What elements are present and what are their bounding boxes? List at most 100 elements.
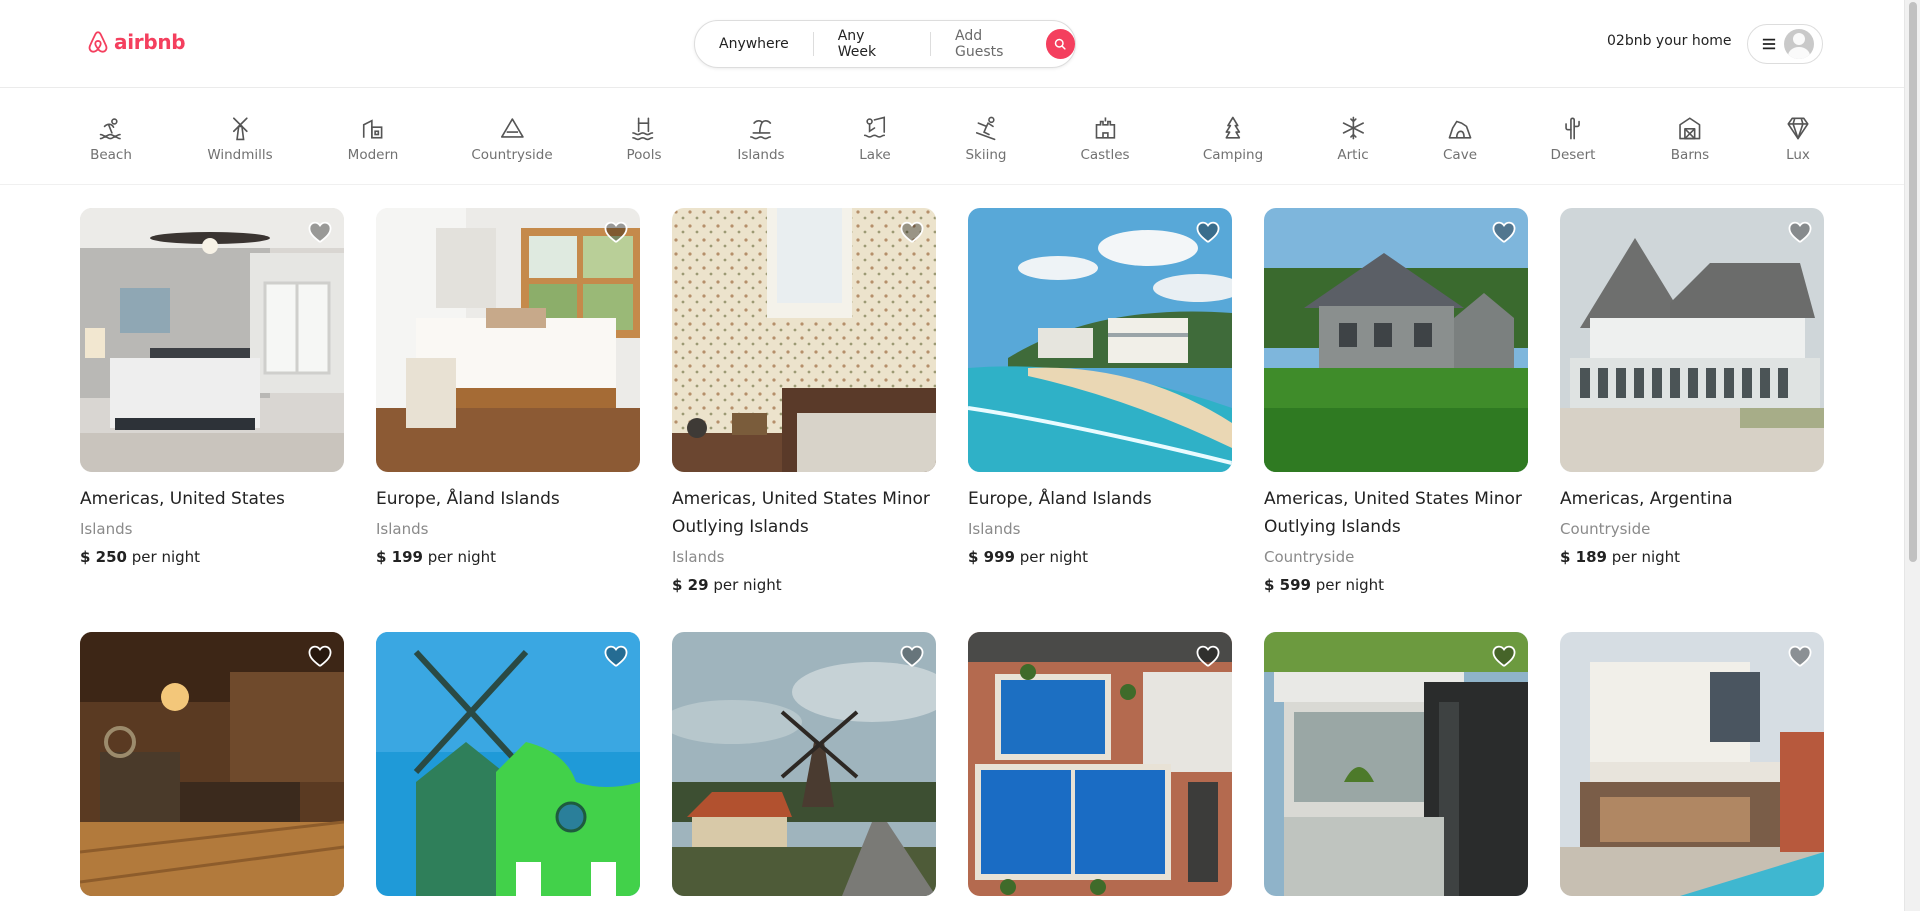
category-bar: Beach Windmills Modern Countryside Pools…: [0, 89, 1904, 185]
listing-photo[interactable]: [80, 632, 344, 896]
search-bar[interactable]: Anywhere Any Week Add Guests: [694, 20, 1076, 68]
listing-photo[interactable]: [968, 208, 1232, 472]
category-beach[interactable]: Beach: [90, 115, 132, 163]
category-islands[interactable]: Islands: [737, 115, 785, 163]
favorite-heart-icon[interactable]: [1491, 219, 1517, 245]
lake-icon: [863, 116, 885, 138]
listing-category: Islands: [968, 520, 1021, 538]
listing-card[interactable]: [1264, 632, 1528, 896]
listing-card[interactable]: [376, 632, 640, 896]
listing-card[interactable]: Americas, United States Minor Outlying I…: [672, 208, 936, 596]
favorite-heart-icon[interactable]: [1195, 219, 1221, 245]
favorite-heart-icon[interactable]: [307, 219, 333, 245]
listing-photo[interactable]: [376, 208, 640, 472]
listing-category: Countryside: [1264, 548, 1355, 566]
scrollbar-thumb[interactable]: [1909, 2, 1917, 562]
price-unit: per night: [131, 548, 201, 566]
price-unit: per night: [427, 548, 497, 566]
category-label: Beach: [90, 147, 132, 163]
favorite-heart-icon[interactable]: [307, 643, 333, 669]
listing-price: $ 189 per night: [1560, 546, 1824, 568]
category-artic[interactable]: Artic: [1337, 115, 1369, 163]
price-unit: per night: [1315, 576, 1385, 594]
listing-photo[interactable]: [672, 208, 936, 472]
listing-photo[interactable]: [376, 632, 640, 896]
cactus-icon: [1565, 117, 1581, 140]
white-house-photo: [1560, 208, 1824, 472]
header: airbnb Anywhere Any Week Add Guests 02bn…: [0, 0, 1904, 88]
snowflake-icon: [1342, 116, 1364, 140]
listing-card[interactable]: Americas, United States Islands $ 250 pe…: [80, 208, 344, 568]
listing-card[interactable]: [672, 632, 936, 896]
page-scrollbar[interactable]: [1904, 0, 1920, 911]
listing-card[interactable]: Europe, Åland Islands Islands $ 199 per …: [376, 208, 640, 568]
pool-aerial-photo: [968, 632, 1232, 896]
modern-house-icon: [363, 119, 383, 139]
listing-card[interactable]: [1560, 632, 1824, 896]
listing-card[interactable]: Europe, Åland Islands Islands $ 999 per …: [968, 208, 1232, 568]
category-label: Desert: [1550, 147, 1596, 163]
category-skiing[interactable]: Skiing: [965, 115, 1007, 163]
listing-photo[interactable]: [80, 208, 344, 472]
skiing-icon: [975, 116, 995, 141]
favorite-heart-icon[interactable]: [603, 219, 629, 245]
listing-price: $ 999 per night: [968, 546, 1232, 568]
castle-icon: [1095, 117, 1115, 139]
windmill-icon: [232, 117, 248, 141]
category-barns[interactable]: Barns: [1671, 115, 1709, 163]
listing-price: $ 250 per night: [80, 546, 344, 568]
listing-card[interactable]: Americas, United States Minor Outlying I…: [1264, 208, 1528, 596]
favorite-heart-icon[interactable]: [1787, 219, 1813, 245]
favorite-heart-icon[interactable]: [1195, 643, 1221, 669]
user-menu-button[interactable]: [1747, 24, 1823, 64]
logo-text: airbnb: [114, 30, 186, 54]
category-desert[interactable]: Desert: [1550, 115, 1596, 163]
category-label: Windmills: [207, 147, 273, 163]
favorite-heart-icon[interactable]: [1491, 643, 1517, 669]
category-countryside[interactable]: Countryside: [471, 115, 553, 163]
category-windmills[interactable]: Windmills: [207, 115, 273, 163]
price-amount: $ 199: [376, 548, 423, 566]
category-label: Skiing: [965, 147, 1007, 163]
listing-photo[interactable]: [1264, 208, 1528, 472]
favorite-heart-icon[interactable]: [899, 643, 925, 669]
search-any-week[interactable]: Any Week: [814, 21, 930, 67]
category-castles[interactable]: Castles: [1080, 115, 1130, 163]
modern-house-photo: [1264, 632, 1528, 896]
price-amount: $ 999: [968, 548, 1015, 566]
search-button[interactable]: [1045, 29, 1075, 59]
floral-bedroom-photo: [672, 208, 936, 472]
search-anywhere[interactable]: Anywhere: [695, 21, 813, 67]
category-cave[interactable]: Cave: [1443, 115, 1477, 163]
favorite-heart-icon[interactable]: [899, 219, 925, 245]
listing-card[interactable]: [968, 632, 1232, 896]
listing-location: Americas, Argentina: [1560, 489, 1733, 509]
bedroom-photo: [80, 208, 344, 472]
category-pools[interactable]: Pools: [627, 115, 661, 163]
category-lux[interactable]: Lux: [1785, 115, 1811, 163]
price-amount: $ 189: [1560, 548, 1607, 566]
listing-price: $ 29 per night: [672, 574, 936, 596]
category-camping[interactable]: Camping: [1203, 115, 1263, 163]
host-your-home-link[interactable]: 02bnb your home: [1607, 33, 1732, 49]
listing-location: Americas, United States: [80, 489, 285, 509]
favorite-heart-icon[interactable]: [1787, 643, 1813, 669]
beach-resort-photo: [968, 208, 1232, 472]
search-add-guests[interactable]: Add Guests: [931, 21, 1046, 67]
diamond-icon: [1787, 117, 1809, 140]
listing-photo[interactable]: [1560, 632, 1824, 896]
listing-photo[interactable]: [1264, 632, 1528, 896]
listing-card[interactable]: [80, 632, 344, 896]
category-label: Barns: [1670, 147, 1710, 163]
listing-photo[interactable]: [1560, 208, 1824, 472]
category-label: Countryside: [471, 147, 553, 163]
category-lake[interactable]: Lake: [859, 115, 891, 163]
price-unit: per night: [713, 576, 782, 594]
favorite-heart-icon[interactable]: [603, 643, 629, 669]
listing-photo[interactable]: [968, 632, 1232, 896]
listing-card[interactable]: Americas, Argentina Countryside $ 189 pe…: [1560, 208, 1824, 568]
bedroom-photo: [376, 208, 640, 472]
listing-photo[interactable]: [672, 632, 936, 896]
category-modern[interactable]: Modern: [348, 115, 398, 163]
airbnb-logo[interactable]: airbnb: [86, 29, 186, 55]
